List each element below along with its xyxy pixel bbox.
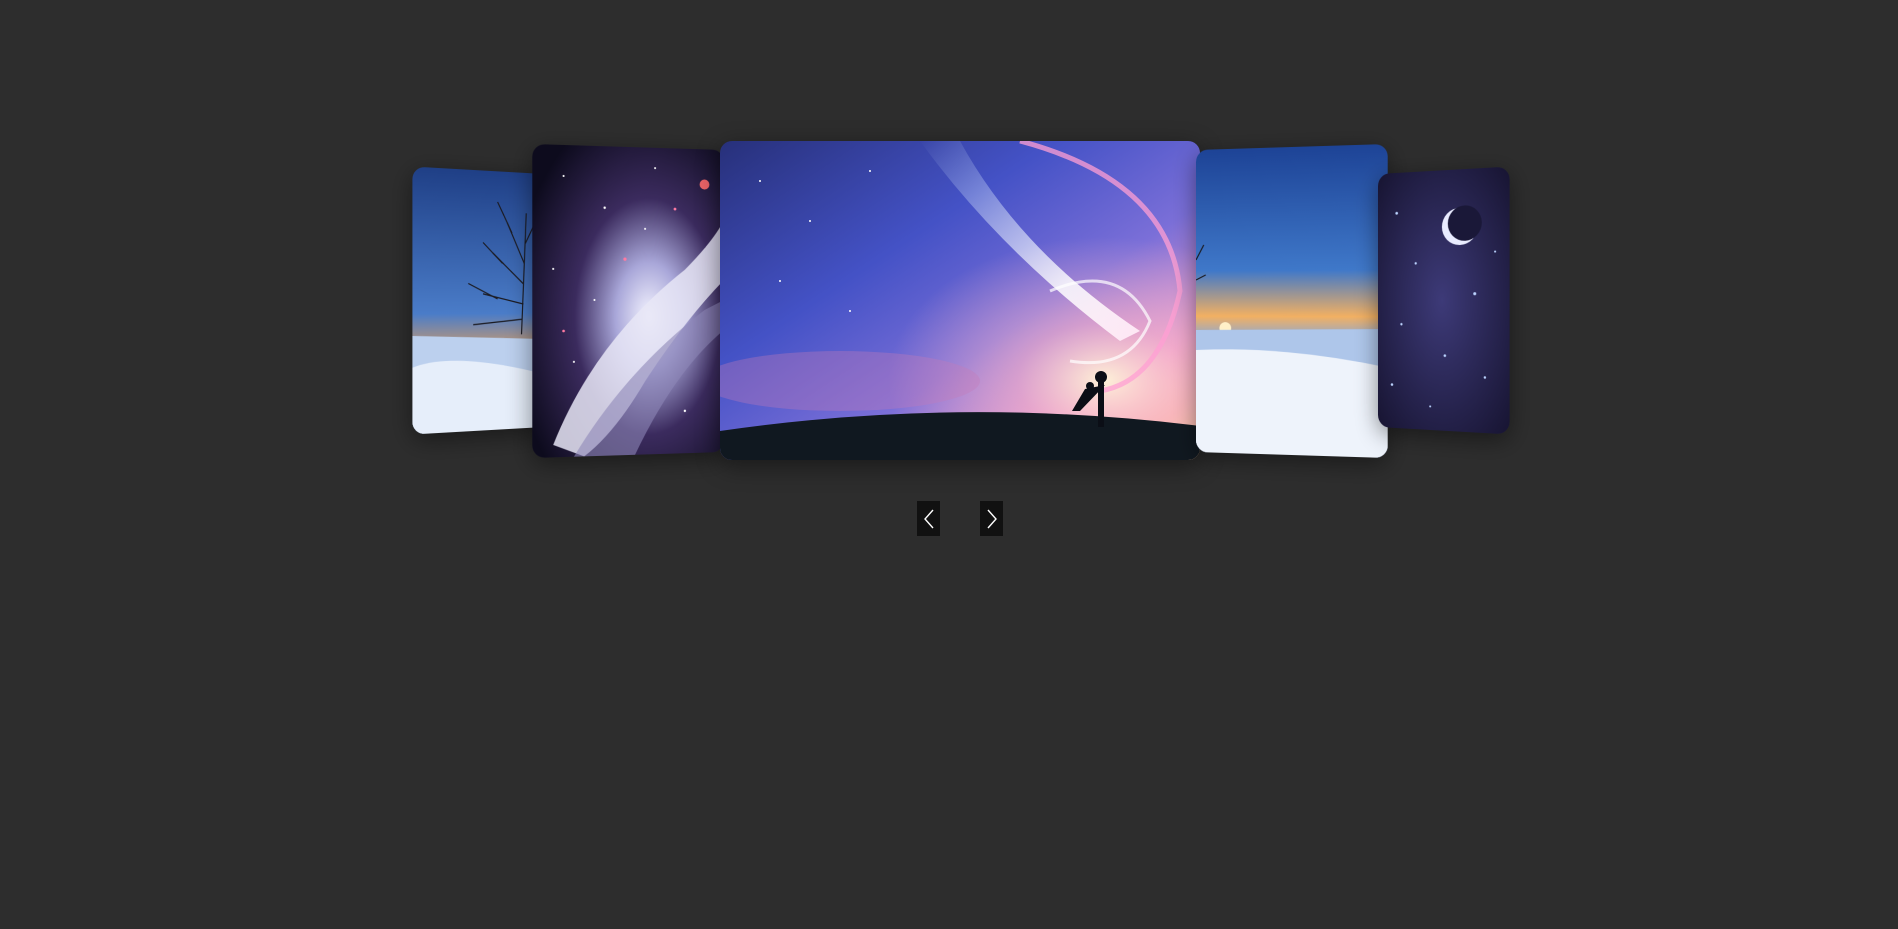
image-carousel: [0, 0, 1898, 929]
slide-snow-sunset-right[interactable]: [1196, 143, 1388, 459]
snow-sunset-image: [1196, 143, 1388, 459]
slide-snow-sunset-far-left[interactable]: [412, 166, 544, 435]
prev-button[interactable]: [917, 501, 940, 536]
moon-starfield-image: [1378, 166, 1510, 435]
slide-galaxy[interactable]: [532, 143, 724, 459]
galaxy-image: [532, 143, 724, 459]
slide-comet-sky-active[interactable]: [720, 141, 1200, 460]
next-button[interactable]: [980, 501, 1003, 536]
chevron-left-icon: [923, 509, 934, 528]
slide-moon-starfield[interactable]: [1378, 166, 1510, 435]
snow-sunset-image: [412, 166, 544, 435]
chevron-right-icon: [986, 509, 997, 528]
comet-sky-image: [720, 141, 1200, 460]
